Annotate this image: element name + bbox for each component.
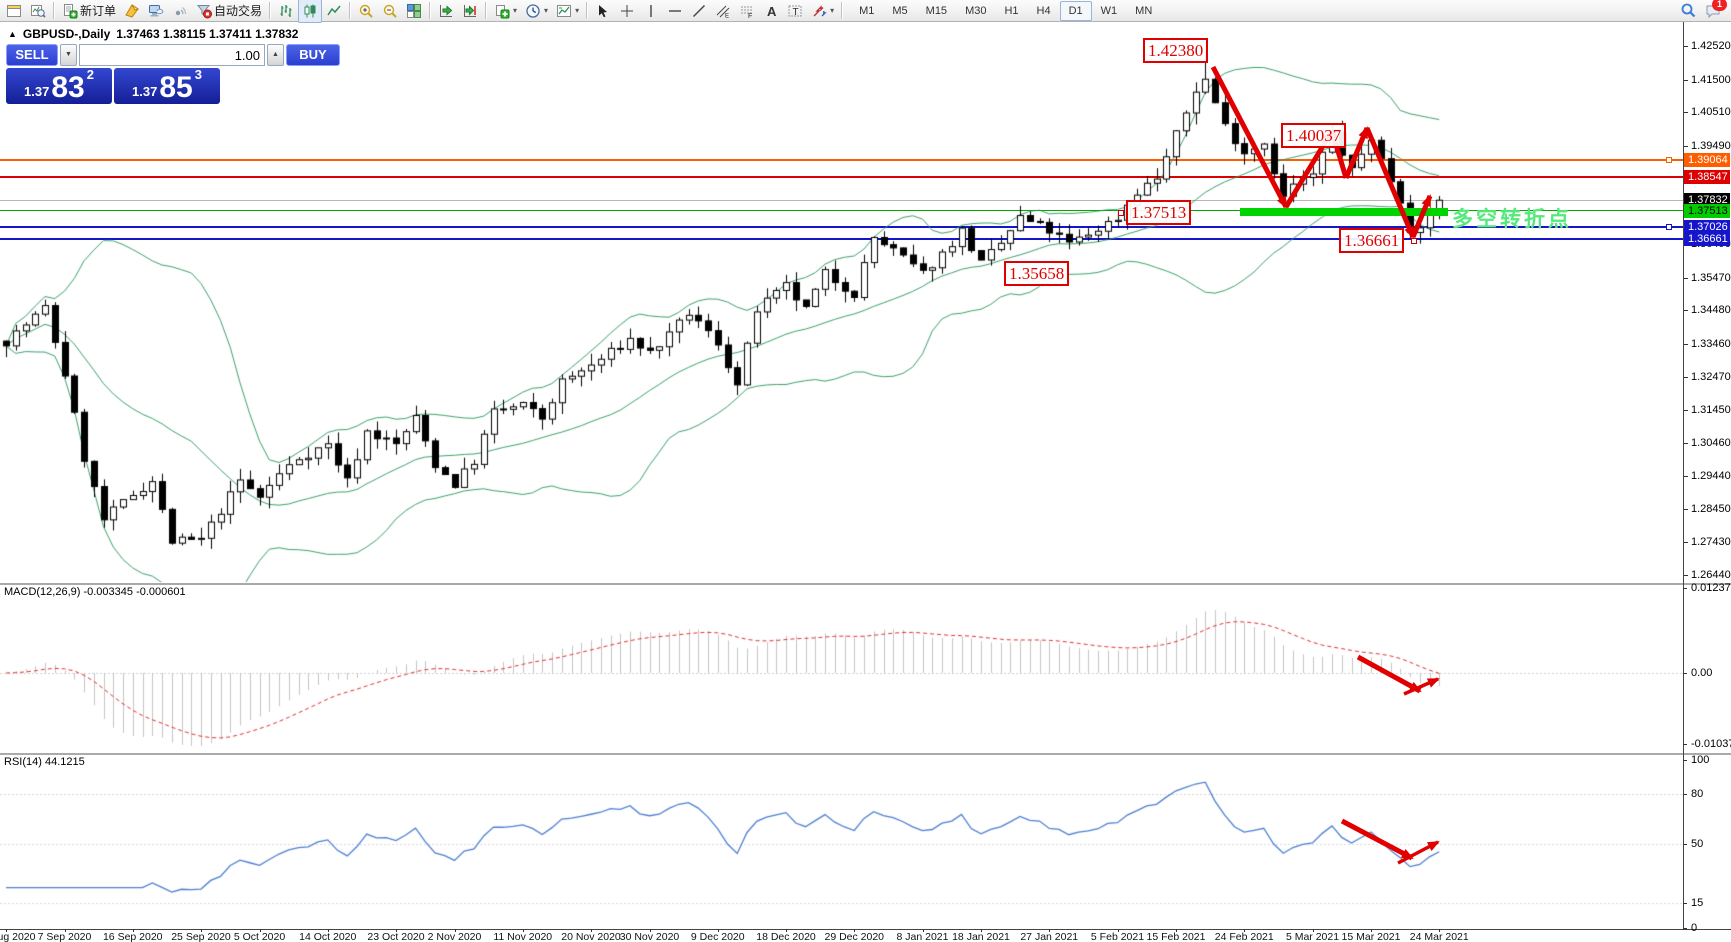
cn-annotation-text[interactable]: 多空转折点 xyxy=(1452,203,1572,233)
mt4-window: 新订单自动交易▾▾▾EFAT▾M1M5M15M30H1H4D1W1MN1 ▲ G… xyxy=(0,0,1731,942)
sell-price-small: 1.37 xyxy=(24,82,49,102)
support-zone-bar[interactable] xyxy=(1240,208,1448,216)
rsi-indicator-label: RSI(14) 44.1215 xyxy=(4,756,85,768)
date-tickmark xyxy=(455,929,456,932)
price-tag-1.37513: 1.37513 xyxy=(1684,204,1730,218)
date-tickmark xyxy=(201,929,202,932)
indicator-scale-tickmark xyxy=(1683,744,1687,745)
date-tickmark xyxy=(650,929,651,932)
volume-input[interactable] xyxy=(79,44,265,66)
macd-indicator-label: MACD(12,26,9) -0.003345 -0.000601 xyxy=(4,586,186,598)
date-tickmark xyxy=(1371,929,1372,932)
date-tickmark xyxy=(1313,929,1314,932)
line-handle[interactable] xyxy=(1666,224,1672,230)
buy-price-small: 1.37 xyxy=(132,82,157,102)
date-tickmark xyxy=(1244,929,1245,932)
indicator-scale-tickmark xyxy=(1683,673,1687,674)
date-tickmark xyxy=(1439,929,1440,932)
indicator-scale-tickmark xyxy=(1683,903,1687,904)
chart-title: ▲ GBPUSD-,Daily 1.37463 1.38115 1.37411 … xyxy=(8,27,298,41)
date-tickmark xyxy=(591,929,592,932)
date-tickmark xyxy=(260,929,261,932)
date-tickmark xyxy=(328,929,329,932)
date-tickmark xyxy=(6,929,7,932)
line-handle[interactable] xyxy=(1666,157,1672,163)
date-tickmark xyxy=(923,929,924,932)
one-click-trading-panel: SELL ▼ ▲ BUY 1.37 83 2 1.37 85 3 xyxy=(6,44,220,104)
indicator-scale-tickmark xyxy=(1683,844,1687,845)
indicator-scale-tickmark xyxy=(1683,760,1687,761)
price-tag-1.38547: 1.38547 xyxy=(1684,170,1730,184)
chart-canvas[interactable] xyxy=(0,0,1731,942)
date-tickmark xyxy=(1176,929,1177,932)
sell-price-display[interactable]: 1.37 83 2 xyxy=(6,68,112,104)
symbol-period-label: GBPUSD-,Daily xyxy=(23,27,110,41)
price-annotation-1.42380[interactable]: 1.42380 xyxy=(1143,38,1208,63)
sell-button[interactable]: SELL xyxy=(6,44,58,66)
date-tickmark xyxy=(65,929,66,932)
date-tickmark xyxy=(396,929,397,932)
buy-price-sup: 3 xyxy=(195,68,202,82)
price-annotation-1.35658[interactable]: 1.35658 xyxy=(1004,261,1069,286)
date-tickmark xyxy=(523,929,524,932)
annotation-handle[interactable] xyxy=(1411,238,1417,244)
volume-down-button[interactable]: ▼ xyxy=(60,44,77,66)
price-tag-1.39064: 1.39064 xyxy=(1684,153,1730,167)
buy-price-big: 85 xyxy=(159,74,192,102)
price-annotation-1.36661[interactable]: 1.36661 xyxy=(1339,228,1404,253)
indicator-scale-tickmark xyxy=(1683,928,1687,929)
date-tickmark xyxy=(1118,929,1119,932)
price-annotation-1.37513[interactable]: 1.37513 xyxy=(1126,200,1191,225)
date-tickmark xyxy=(981,929,982,932)
date-tickmark xyxy=(854,929,855,932)
date-tickmark xyxy=(1049,929,1050,932)
indicator-scale-tickmark xyxy=(1683,794,1687,795)
date-tickmark xyxy=(133,929,134,932)
date-tickmark xyxy=(718,929,719,932)
sell-price-sup: 2 xyxy=(87,68,94,82)
ohlc-values: 1.37463 1.38115 1.37411 1.37832 xyxy=(116,27,298,41)
volume-up-button[interactable]: ▲ xyxy=(267,44,284,66)
sell-price-big: 83 xyxy=(51,74,84,102)
price-tag-1.36661: 1.36661 xyxy=(1684,232,1730,246)
collapse-panel-icon[interactable]: ▲ xyxy=(8,29,17,39)
price-annotation-1.40037[interactable]: 1.40037 xyxy=(1281,123,1346,148)
buy-button[interactable]: BUY xyxy=(286,44,340,66)
buy-price-display[interactable]: 1.37 85 3 xyxy=(114,68,220,104)
annotation-handle[interactable] xyxy=(1118,210,1124,216)
date-tickmark xyxy=(786,929,787,932)
indicator-scale-tickmark xyxy=(1683,588,1687,589)
